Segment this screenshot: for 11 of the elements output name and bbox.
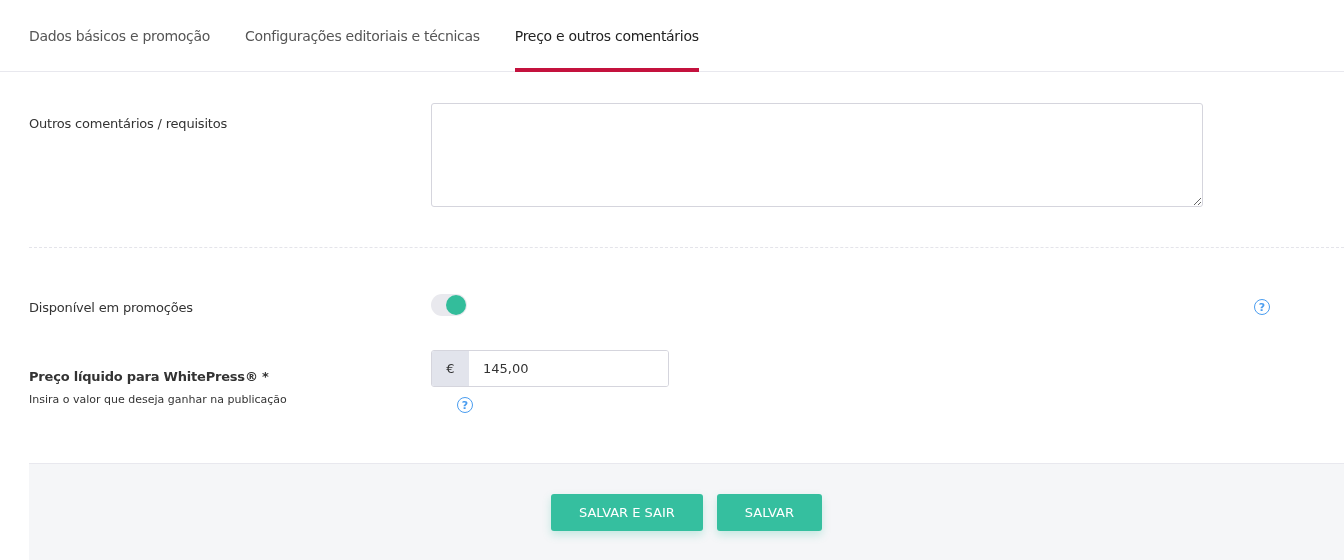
tab[interactable]: Preço e outros comentários (514, 0, 699, 72)
price-field[interactable]: € 145,00 (431, 350, 669, 387)
field-label: Preço líquido para WhitePress® * (29, 369, 270, 384)
currency-addon: € (432, 351, 469, 386)
field-hint: Insira o valor que deseja ganhar na publicação (29, 393, 288, 406)
tab[interactable]: Dados básicos e promoção (29, 0, 211, 72)
toggle-switch[interactable] (431, 294, 467, 316)
tab[interactable]: Configurações editoriais e técnicas (245, 0, 480, 72)
field-label: Disponível em promoções (29, 299, 194, 315)
field-label: Outros comentários / requisitos (29, 115, 229, 133)
comments-field[interactable] (431, 103, 1203, 207)
